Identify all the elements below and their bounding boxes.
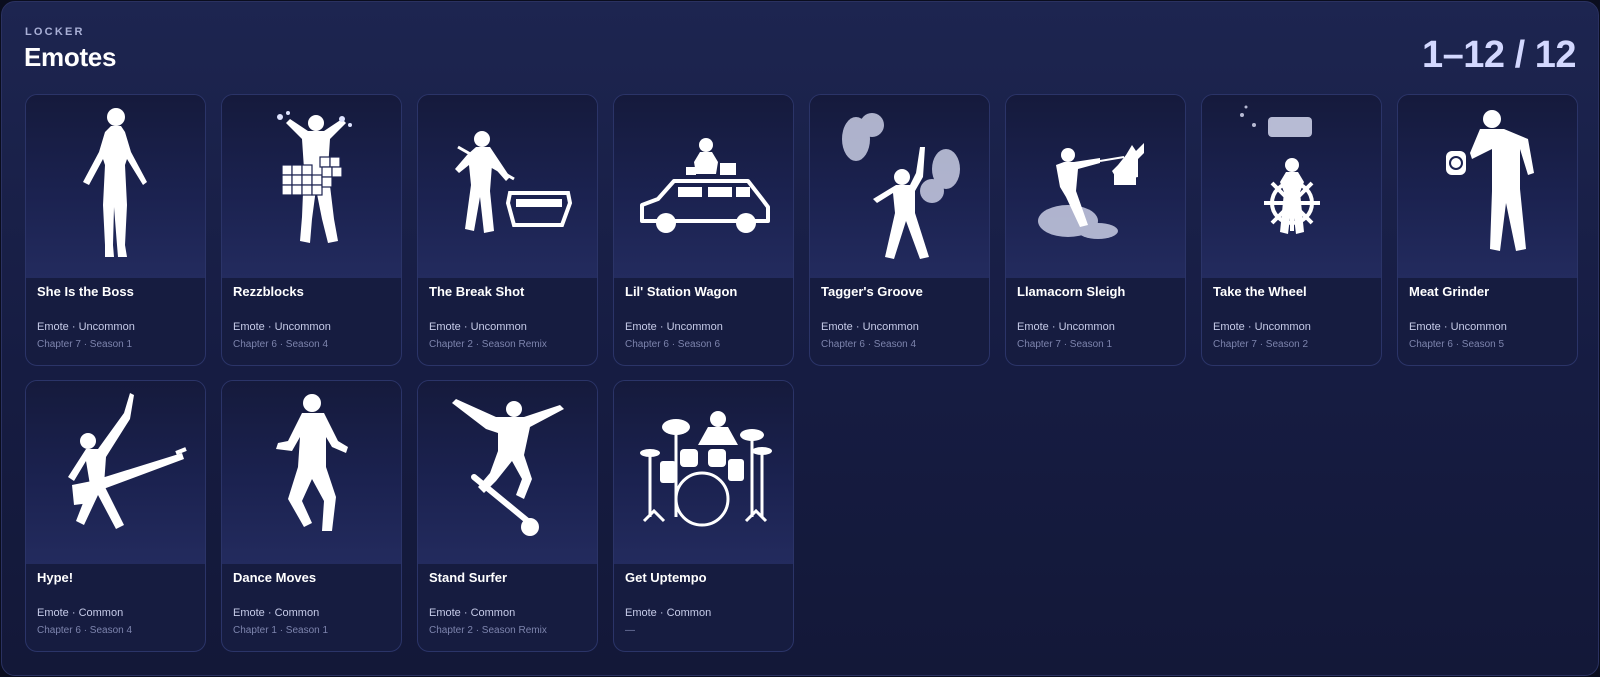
card-season: Chapter 6 · Season 4 — [37, 625, 133, 636]
take-the-wheel-icon — [1240, 105, 1320, 234]
card-name: Take the Wheel — [1213, 284, 1307, 299]
card-art — [614, 95, 793, 278]
card-type: Emote · Uncommon — [625, 321, 723, 333]
card-type: Emote · Common — [233, 607, 320, 619]
card-type: Emote · Common — [625, 607, 712, 619]
station-wagon-icon — [640, 138, 770, 233]
page-title: Emotes — [24, 42, 117, 72]
dance-moves-icon — [276, 394, 348, 531]
card-name: Tagger's Groove — [821, 284, 923, 299]
card-art — [1202, 95, 1381, 278]
card-art — [26, 95, 205, 278]
card-name: Hype! — [37, 570, 74, 585]
she-is-the-boss-icon — [83, 108, 147, 257]
card-season: Chapter 7 · Season 1 — [37, 339, 133, 350]
emote-card[interactable]: The Break Shot Emote · Uncommon Chapter … — [417, 94, 598, 366]
item-count: 1–12 / 12 — [1422, 34, 1576, 76]
meat-grinder-icon — [1446, 110, 1534, 251]
card-name: Lil' Station Wagon — [625, 284, 738, 299]
taggers-groove-icon — [842, 113, 960, 259]
card-name: Meat Grinder — [1409, 284, 1490, 299]
card-name: Get Uptempo — [625, 570, 707, 585]
card-art — [614, 381, 793, 564]
card-season: Chapter 7 · Season 2 — [1213, 339, 1309, 350]
locker-panel: LOCKER Emotes 1–12 / 12 She Is the Boss … — [1, 1, 1599, 676]
emote-card[interactable]: Meat Grinder Emote · Uncommon Chapter 6 … — [1397, 94, 1578, 366]
emote-card[interactable]: Hype! Emote · Common Chapter 6 · Season … — [25, 380, 206, 652]
stand-surfer-icon — [452, 399, 564, 536]
card-art — [26, 381, 205, 564]
emote-card[interactable]: Llamacorn Sleigh Emote · Uncommon Chapte… — [1005, 94, 1186, 366]
emote-card[interactable]: Take the Wheel Emote · Uncommon Chapter … — [1201, 94, 1382, 366]
emote-card[interactable]: Tagger's Groove Emote · Uncommon Chapter… — [809, 94, 990, 366]
card-name: She Is the Boss — [37, 284, 134, 299]
emote-card[interactable]: She Is the Boss Emote · Uncommon Chapter… — [25, 94, 206, 366]
card-art — [222, 381, 401, 564]
card-type: Emote · Uncommon — [1409, 321, 1507, 333]
card-season: Chapter 6 · Season 5 — [1409, 339, 1505, 350]
llamacorn-sleigh-icon — [1038, 143, 1144, 239]
card-name: The Break Shot — [429, 284, 525, 299]
card-type: Emote · Uncommon — [1017, 321, 1115, 333]
emote-grid: She Is the Boss Emote · Uncommon Chapter… — [25, 94, 1578, 652]
card-art — [418, 381, 597, 564]
hype-icon — [68, 393, 187, 529]
card-season: Chapter 6 · Season 6 — [625, 339, 721, 350]
card-type: Emote · Common — [429, 607, 516, 619]
card-season: Chapter 6 · Season 4 — [821, 339, 917, 350]
section-kicker: LOCKER — [25, 26, 85, 38]
card-name: Rezzblocks — [233, 284, 304, 299]
card-type: Emote · Uncommon — [429, 321, 527, 333]
card-name: Dance Moves — [233, 570, 317, 585]
card-type: Emote · Uncommon — [821, 321, 919, 333]
card-art — [1006, 95, 1185, 278]
card-season: Chapter 1 · Season 1 — [233, 625, 329, 636]
card-type: Emote · Common — [37, 607, 124, 619]
emote-card[interactable]: Get Uptempo Emote · Common — — [613, 380, 794, 652]
card-season: Chapter 6 · Season 4 — [233, 339, 329, 350]
card-season: Chapter 2 · Season Remix — [429, 625, 547, 636]
card-season: Chapter 2 · Season Remix — [429, 339, 547, 350]
card-art — [418, 95, 597, 278]
card-type: Emote · Uncommon — [37, 321, 135, 333]
emote-card[interactable]: Rezzblocks Emote · Uncommon Chapter 6 · … — [221, 94, 402, 366]
card-season: — — [625, 625, 635, 636]
emote-card[interactable]: Lil' Station Wagon Emote · Uncommon Chap… — [613, 94, 794, 366]
emote-card[interactable]: Stand Surfer Emote · Common Chapter 2 · … — [417, 380, 598, 652]
card-season: Chapter 7 · Season 1 — [1017, 339, 1113, 350]
get-uptempo-icon — [640, 411, 772, 527]
card-name: Stand Surfer — [429, 570, 508, 585]
card-art — [810, 95, 989, 278]
card-art — [1398, 95, 1577, 278]
card-art — [222, 95, 401, 278]
the-break-shot-icon — [455, 131, 573, 233]
card-type: Emote · Uncommon — [1213, 321, 1311, 333]
rezzblocks-icon — [277, 111, 352, 243]
emote-card[interactable]: Dance Moves Emote · Common Chapter 1 · S… — [221, 380, 402, 652]
card-type: Emote · Uncommon — [233, 321, 331, 333]
card-name: Llamacorn Sleigh — [1017, 284, 1126, 299]
